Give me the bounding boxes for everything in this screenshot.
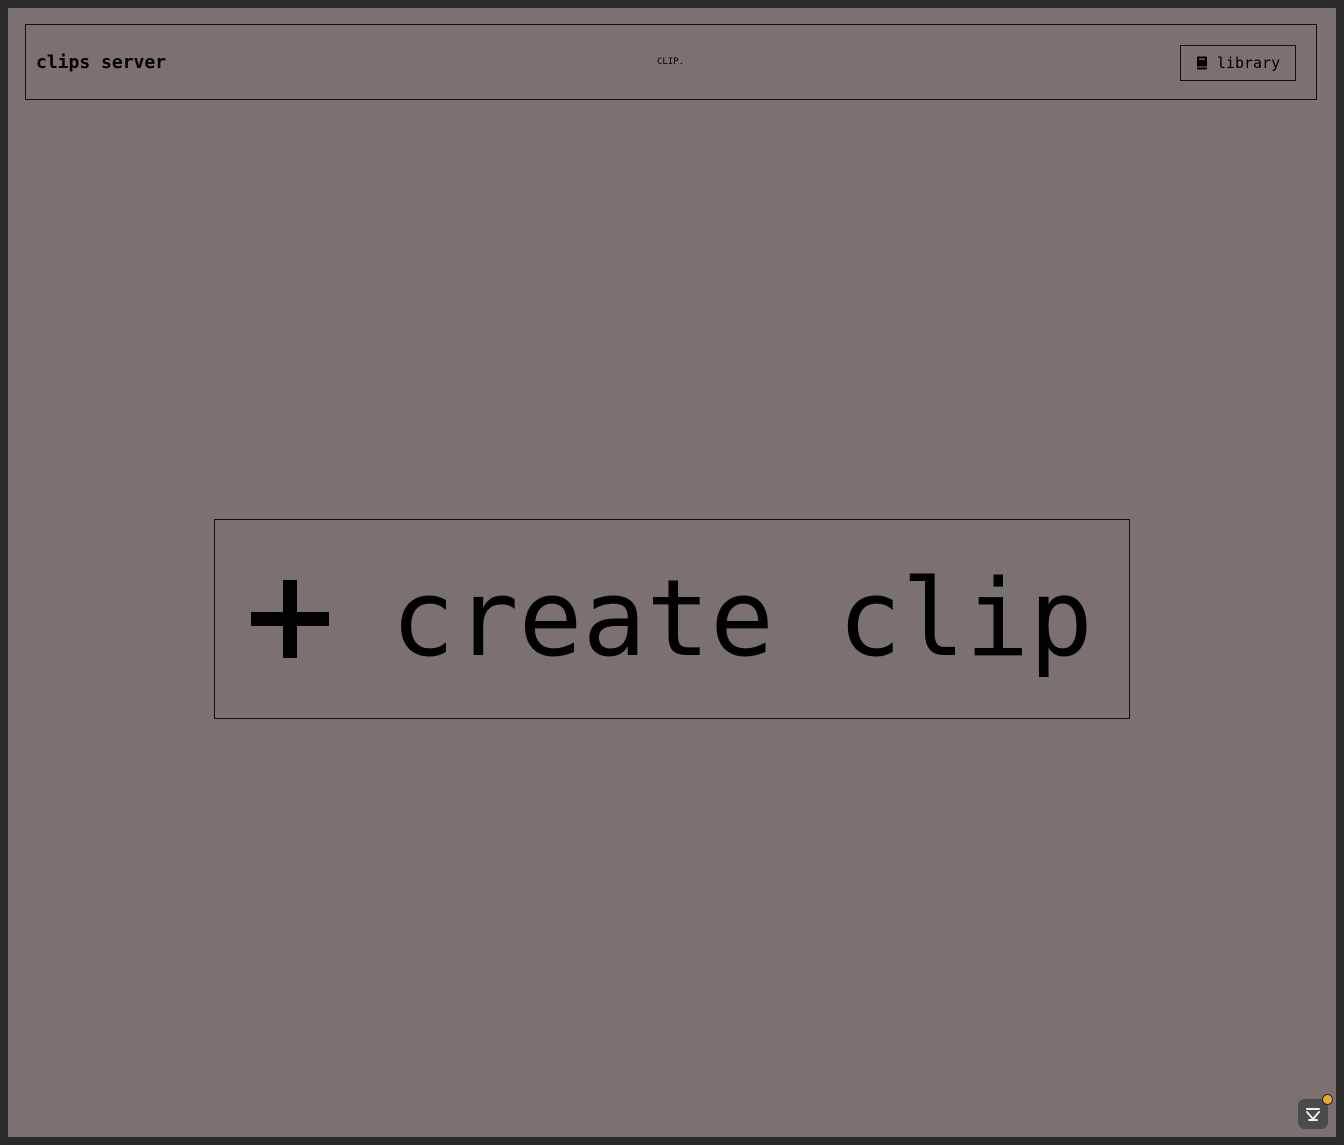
library-button-label: library	[1216, 54, 1281, 72]
notification-dot	[1322, 1094, 1333, 1105]
create-clip-label: create clip	[391, 557, 1093, 680]
library-button[interactable]: library	[1180, 45, 1296, 81]
plus-icon	[251, 580, 329, 658]
brand-mark: CLIP.	[657, 57, 685, 67]
assistant-badge[interactable]	[1298, 1094, 1333, 1129]
app-window: clips server CLIP. library create clip	[8, 8, 1336, 1137]
book-icon	[1196, 56, 1208, 70]
header-bar: clips server CLIP. library	[25, 24, 1317, 100]
create-clip-button[interactable]: create clip	[214, 519, 1130, 719]
site-title: clips server	[36, 52, 167, 73]
